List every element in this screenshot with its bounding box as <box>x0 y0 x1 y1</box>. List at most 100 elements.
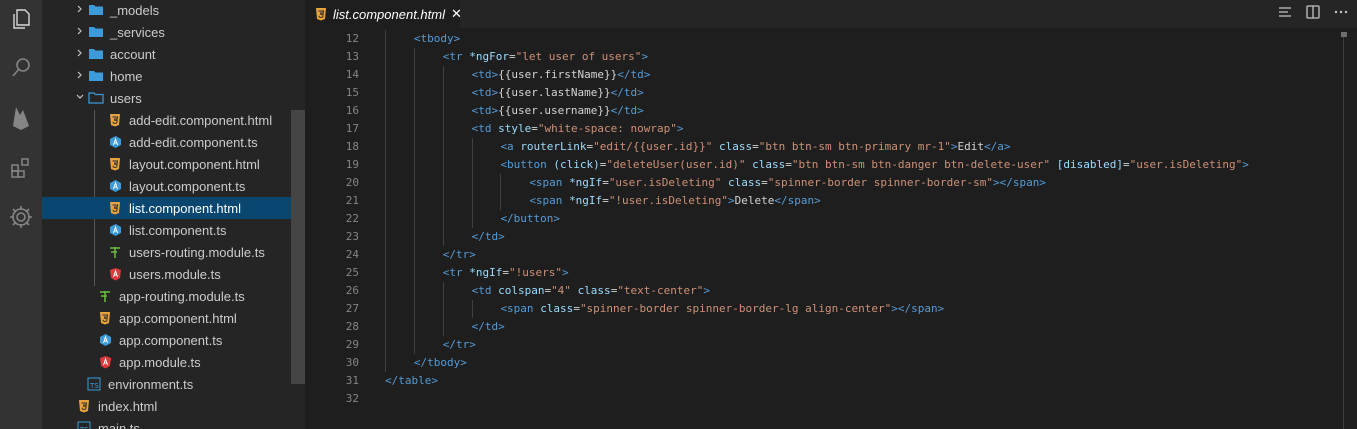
explorer-item[interactable]: app.component.html <box>42 307 291 329</box>
explorer-item[interactable]: app-routing.module.ts <box>42 285 291 307</box>
explorer-item-label: app.component.ts <box>119 332 223 348</box>
folder-icon <box>88 46 104 62</box>
indent-guide <box>385 84 386 102</box>
explorer-item[interactable]: TS environment.ts <box>42 373 291 395</box>
editor-scrollbar-track[interactable] <box>1343 32 1349 429</box>
indent-guide <box>442 210 444 228</box>
code-text: <span class="spinner-border spinner-bord… <box>500 302 945 315</box>
firebase-icon[interactable] <box>5 102 37 134</box>
code-line: 29 </tr> <box>305 336 1335 354</box>
explorer-item-label: home <box>110 68 143 84</box>
code-text: <td colspan="4" class="text-center"> <box>471 284 711 297</box>
files-icon[interactable] <box>5 3 37 35</box>
editor-scrollbar-thumb[interactable] <box>1341 32 1347 37</box>
split-editor-icon[interactable] <box>1305 4 1321 25</box>
sidebar-scrollbar[interactable] <box>291 110 305 384</box>
code-line: 28 </td> <box>305 318 1335 336</box>
outline-icon[interactable] <box>1277 4 1293 25</box>
code-line: 18 <a routerLink="edit/{{user.id}}" class… <box>305 138 1335 156</box>
code-text: </button> <box>500 212 561 225</box>
routing-file-icon <box>97 288 113 304</box>
code-line: 13 <tr *ngFor="let user of users"> <box>305 48 1335 66</box>
explorer-item-label: main.ts <box>98 420 140 429</box>
explorer-item[interactable]: layout.component.ts <box>42 175 291 197</box>
chevron-right-icon[interactable] <box>72 48 88 61</box>
line-number: 24 <box>345 248 359 261</box>
more-actions-icon[interactable] <box>1333 4 1349 25</box>
explorer-item[interactable]: home <box>42 65 291 87</box>
explorer-item-label: users <box>110 90 142 106</box>
line-number: 25 <box>345 266 359 279</box>
explorer-item[interactable]: TS main.ts <box>42 417 291 429</box>
explorer-item-label: list.component.html <box>129 200 241 216</box>
line-number: 12 <box>345 32 359 45</box>
code-line: 12 <tbody> <box>305 30 1335 48</box>
indent-guide <box>413 264 415 282</box>
explorer-item[interactable]: add-edit.component.ts <box>42 131 291 153</box>
chevron-right-icon[interactable] <box>72 4 88 17</box>
explorer-item[interactable]: users.module.ts <box>42 263 291 285</box>
editor-tab-bar: list.component.html ✕ <box>305 0 1357 28</box>
chevron-down-icon[interactable] <box>72 92 88 105</box>
code-line: 19 <button (click)="deleteUser(user.id)" … <box>305 156 1335 174</box>
indent-guide <box>413 300 415 318</box>
explorer-item[interactable]: app.component.ts <box>42 329 291 351</box>
tab-close-icon[interactable]: ✕ <box>451 6 462 22</box>
line-number: 23 <box>345 230 359 243</box>
indent-guide <box>471 192 473 210</box>
indent-guide <box>413 66 415 84</box>
angular-ts-file-icon <box>97 332 113 348</box>
indent-guide <box>385 336 386 354</box>
explorer-item[interactable]: add-edit.component.html <box>42 109 291 131</box>
explorer-item[interactable]: layout.component.html <box>42 153 291 175</box>
code-text: <tbody> <box>413 32 461 45</box>
indent-guide <box>413 138 415 156</box>
indent-guide <box>385 300 386 318</box>
line-number: 17 <box>345 122 359 135</box>
explorer-item-label: app.component.html <box>119 310 237 326</box>
explorer-item-label: index.html <box>98 398 158 414</box>
settings-icon[interactable] <box>5 201 37 233</box>
code-text: <td>{{user.firstName}}</td> <box>471 68 651 81</box>
tab-list-component-html[interactable]: list.component.html ✕ <box>305 0 462 28</box>
indent-guide <box>385 66 386 84</box>
explorer-item[interactable]: account <box>42 43 291 65</box>
indent-guide <box>442 120 444 138</box>
explorer-item[interactable]: _services <box>42 21 291 43</box>
indent-guide <box>471 300 473 318</box>
explorer-item[interactable]: app.module.ts <box>42 351 291 373</box>
search-icon[interactable] <box>5 52 37 84</box>
explorer-item[interactable]: users <box>42 87 291 109</box>
explorer-item-label: account <box>110 46 156 62</box>
code-editor[interactable]: 12 <tbody> 13 <tr *ngFor="let user of users… <box>305 28 1357 429</box>
explorer-item[interactable]: list.component.html <box>42 197 291 219</box>
line-number: 26 <box>345 284 359 297</box>
line-number: 30 <box>345 356 359 369</box>
chevron-right-icon[interactable] <box>72 70 88 83</box>
indent-guide <box>471 174 473 192</box>
indent-guide <box>442 84 444 102</box>
explorer-item[interactable]: users-routing.module.ts <box>42 241 291 263</box>
indent-guide <box>413 246 415 264</box>
code-text: </tr> <box>442 338 476 351</box>
explorer-item[interactable]: list.component.ts <box>42 219 291 241</box>
explorer-item-label: layout.component.html <box>129 156 260 172</box>
code-line: 32 <box>305 390 1335 408</box>
line-number: 15 <box>345 86 359 99</box>
indent-guide <box>385 48 386 66</box>
indent-guide <box>442 282 444 300</box>
indent-guide <box>442 102 444 120</box>
indent-guide <box>385 138 386 156</box>
code-text: <td>{{user.lastName}}</td> <box>471 86 644 99</box>
svg-text:TS: TS <box>89 382 99 390</box>
indent-guide <box>413 174 415 192</box>
explorer-item[interactable]: _models <box>42 0 291 21</box>
indent-guide <box>442 318 444 336</box>
extensions-icon[interactable] <box>5 152 37 184</box>
code-line: 20 <span *ngIf="user.isDeleting" class="s… <box>305 174 1335 192</box>
code-text: <tr *ngFor="let user of users"> <box>442 50 649 63</box>
chevron-right-icon[interactable] <box>72 26 88 39</box>
folder-icon <box>88 24 104 40</box>
explorer-item[interactable]: index.html <box>42 395 291 417</box>
line-number: 14 <box>345 68 359 81</box>
